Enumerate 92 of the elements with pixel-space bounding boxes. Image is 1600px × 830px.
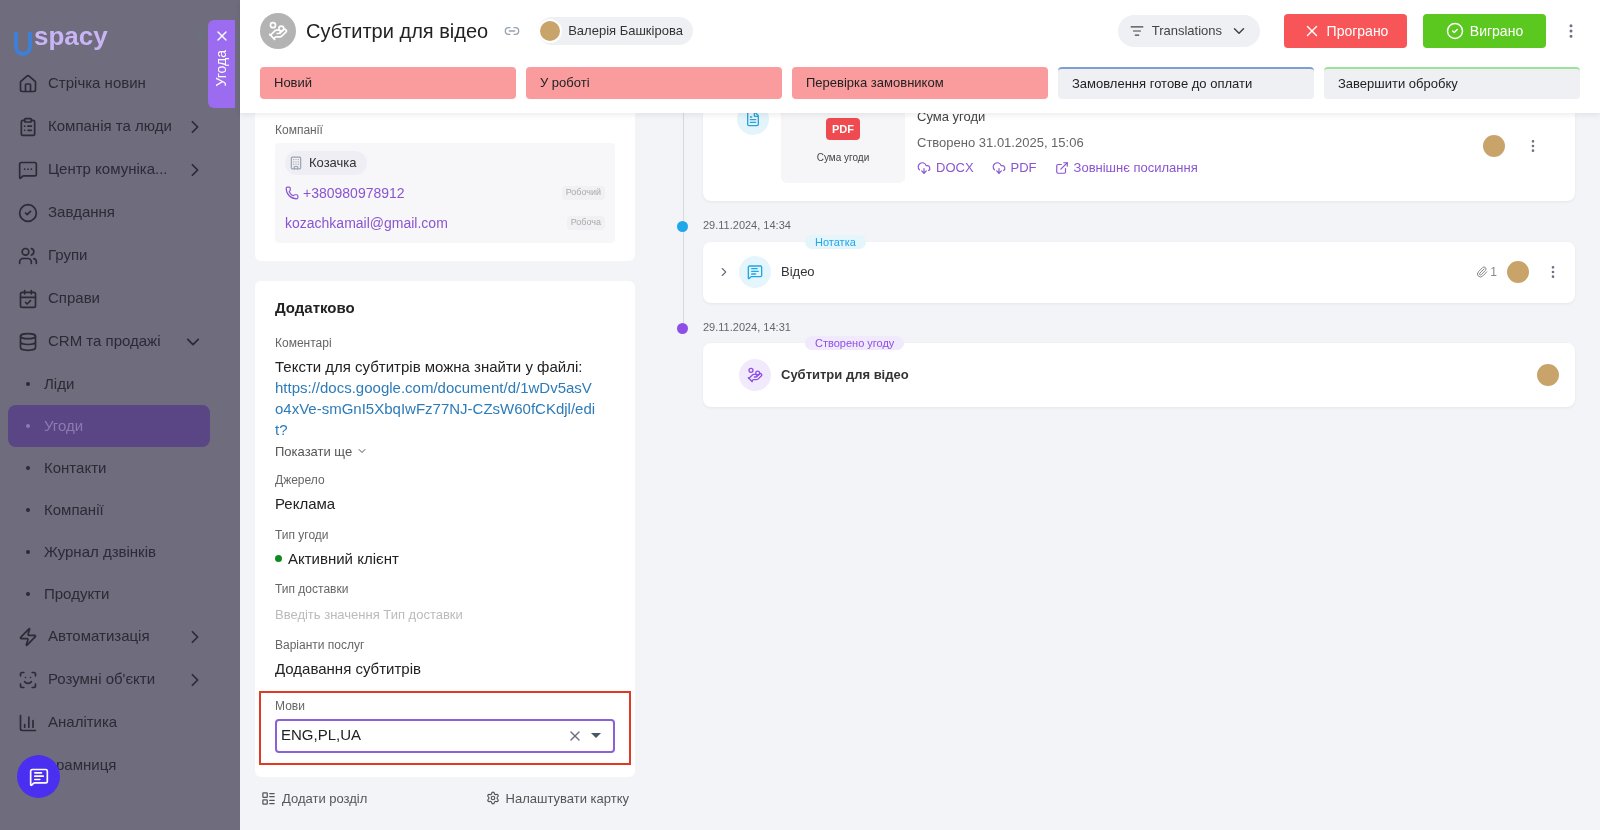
check-circle-icon (1445, 22, 1464, 40)
nav-icon (18, 288, 38, 309)
download-link[interactable]: Зовнішнє посилання (1054, 158, 1198, 178)
sidebar-subitem[interactable]: Ліди (8, 363, 210, 405)
event-date: 29.11.2024, 14:34 (703, 218, 792, 233)
event-tag: Створено угоду (805, 336, 905, 350)
settings-icon (485, 791, 500, 806)
stage-tab[interactable]: Новий (260, 67, 516, 99)
download-link[interactable]: DOCX (917, 158, 974, 178)
sidebar-item[interactable]: Центр комуніка... (8, 148, 210, 191)
deal-title: Субтитри для відео (306, 19, 489, 44)
stage-tab[interactable]: У роботі (526, 67, 782, 99)
avatar (538, 19, 563, 43)
field-label: Компанії (275, 122, 324, 139)
field-value: Активний клієнт (288, 548, 399, 569)
nav-icon (18, 669, 38, 690)
event-title: Субтитри для відео (781, 366, 909, 385)
win-button[interactable]: Виграно (1423, 14, 1546, 48)
file-caption: Сума угоди (816, 151, 870, 165)
phone-link[interactable]: +380980978912 (285, 182, 405, 204)
nav-icon (18, 73, 38, 94)
sidebar-subitem[interactable]: Компанії (8, 489, 210, 531)
nav-icon (18, 712, 38, 733)
paperclip-icon (1476, 266, 1489, 278)
logo-mark-icon (14, 31, 32, 56)
note-icon (739, 256, 771, 288)
contact-tag: Робочий (561, 186, 605, 200)
download-icon (917, 160, 931, 175)
field-value: Додавання субтитрів (275, 659, 422, 679)
building-icon (289, 156, 303, 170)
sidebar-item[interactable]: CRM та продажі (8, 320, 210, 363)
field-label: Мови (275, 697, 306, 715)
attachment-count: 1 (1476, 263, 1497, 281)
sidebar-item[interactable]: Аналітика (8, 701, 210, 744)
stage-tab[interactable]: Перевірка замовником (792, 67, 1048, 99)
chat-icon (28, 766, 49, 787)
deal-icon (739, 359, 771, 391)
event-date: 29.11.2024, 14:31 (703, 319, 792, 335)
nav-icon (18, 331, 38, 352)
configure-card-button[interactable]: Налаштувати картку (485, 788, 629, 808)
sidebar-subitem[interactable]: Продукти (8, 573, 210, 615)
stage-tab[interactable]: Завершити обробку (1324, 67, 1580, 99)
add-section-icon (261, 790, 276, 806)
pipeline-select[interactable]: Translations (1117, 15, 1260, 47)
sidebar-item[interactable]: Групи (8, 234, 210, 277)
show-more-link[interactable]: Показати ще (275, 441, 615, 461)
sidebar-subitem[interactable]: Контакти (8, 447, 210, 489)
download-icon (991, 160, 1006, 175)
created-date: Створено 31.01.2025, 15:06 (917, 133, 1085, 152)
filter-icon (1129, 24, 1144, 38)
field-label: Тип угоди (275, 526, 330, 544)
field-label: Джерело (275, 472, 326, 489)
company-chip[interactable]: Козачка (285, 151, 367, 175)
nav-icon (18, 626, 38, 647)
stage-tab[interactable]: Замовлення готове до оплати (1058, 67, 1314, 99)
comment-link[interactable]: https://docs.google.com/document/d/1wDv5asVo4xVe-smGnI5XbqIwFz77NJ-CZsW60fCKdjl/edit? (275, 376, 597, 440)
sidebar-item[interactable]: Автоматизація (8, 615, 210, 658)
sidebar-item[interactable]: Стрічка новин (8, 62, 210, 105)
file-thumbnail[interactable]: PDF Сума угоди (781, 113, 905, 183)
email-link[interactable]: kozachkamail@gmail.com (285, 212, 448, 234)
contact-tag: Робоча (566, 216, 605, 230)
languages-select[interactable]: ENG,PL,UA (275, 718, 615, 753)
logo: spacy (14, 16, 108, 56)
nav-icon (18, 159, 38, 180)
download-link[interactable]: PDF (991, 158, 1037, 178)
field-label: Варіанти послуг (275, 637, 366, 654)
sidebar-item[interactable]: Справи (8, 277, 210, 320)
sidebar-subitem[interactable]: Журнал дзвінків (8, 531, 210, 573)
nav-icon (18, 202, 38, 223)
comment-text: Тексти для субтитрів можна знайти у файлі: (275, 356, 584, 377)
sidebar-item[interactable]: рамниця (8, 744, 210, 787)
external-link-icon (1054, 160, 1069, 175)
deal-icon (260, 13, 296, 49)
field-value: Реклама (275, 494, 337, 514)
input-field[interactable]: Введіть значення Тип доставки (275, 605, 615, 625)
sidebar-item[interactable]: Компанія та люди (8, 105, 210, 148)
phone-icon (285, 186, 299, 200)
nav-icon (18, 245, 38, 266)
card-title: Додатково (275, 298, 356, 318)
field-label: Коментарі (275, 334, 333, 352)
owner-chip[interactable]: Валерія Башкірова (538, 17, 693, 45)
event-tag: Нотатка (805, 234, 866, 249)
nav-icon (18, 116, 38, 137)
pdf-badge: PDF (826, 117, 860, 140)
field-label: Тип доставки (275, 581, 350, 598)
sidebar-item[interactable]: Завдання (8, 191, 210, 234)
drawer-tab[interactable]: Угода (208, 20, 235, 108)
event-title: Відео (781, 263, 815, 282)
lose-button[interactable]: Програно (1284, 14, 1407, 48)
add-section-button[interactable]: Додати розділ (261, 788, 368, 808)
sidebar-item[interactable]: Розумні об'єкти (8, 658, 210, 701)
dropdown-icon (591, 733, 601, 738)
